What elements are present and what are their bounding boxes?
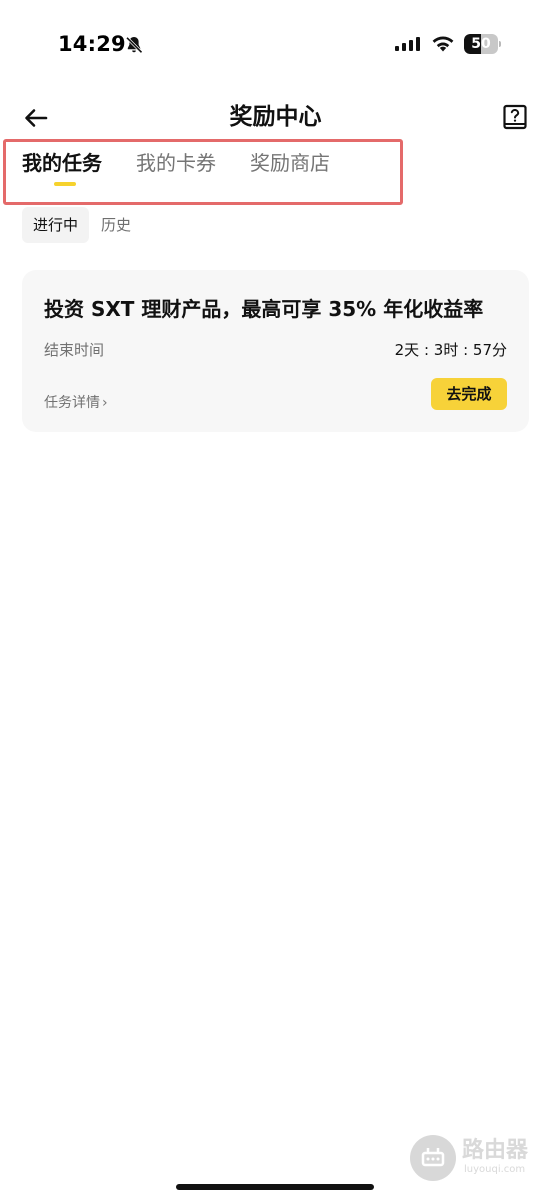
tab-reward-store[interactable]: 奖励商店 <box>250 146 330 186</box>
task-details-link[interactable]: 任务详情 › <box>44 392 108 414</box>
status-time: 14:29 <box>58 32 126 56</box>
subtab-in-progress[interactable]: 进行中 <box>22 207 90 243</box>
task-card: 投资 SXT 理财产品，最高可享 35% 年化收益率 结束时间 2天 : 3时 … <box>22 270 529 432</box>
battery-level: 50 <box>471 36 491 52</box>
main-tabs: 我的任务 我的卡券 奖励商店 <box>22 146 330 186</box>
tab-label: 我的卡券 <box>136 151 216 175</box>
go-complete-button[interactable]: 去完成 <box>431 378 507 410</box>
tab-label: 奖励商店 <box>250 151 330 175</box>
end-time-label: 结束时间 <box>44 341 105 359</box>
task-title: 投资 SXT 理财产品，最高可享 35% 年化收益率 <box>44 297 484 321</box>
watermark-subtitle: luyouqi.com <box>464 1164 526 1175</box>
wifi-icon <box>432 36 454 52</box>
tab-my-tasks[interactable]: 我的任务 <box>22 146 102 186</box>
signal-icon <box>395 37 420 51</box>
subtabs: 进行中 历史 <box>22 207 131 243</box>
page-title: 奖励中心 <box>229 104 322 130</box>
countdown: 2天 : 3时 : 57分 <box>394 341 507 359</box>
tab-my-coupons[interactable]: 我的卡券 <box>136 146 216 186</box>
help-book-icon[interactable] <box>502 104 528 132</box>
watermark: 路由器 luyouqi.com <box>410 1135 540 1185</box>
chevron-right-icon: › <box>102 395 108 411</box>
active-tab-indicator <box>54 182 76 186</box>
battery-icon: 50 <box>464 34 502 54</box>
subtab-history[interactable]: 历史 <box>101 207 131 243</box>
home-indicator[interactable] <box>176 1184 374 1190</box>
watermark-title: 路由器 <box>462 1138 529 1163</box>
tab-label: 我的任务 <box>22 151 102 175</box>
bell-mute-icon <box>125 36 143 54</box>
watermark-logo-icon <box>410 1135 456 1181</box>
task-details-label: 任务详情 <box>44 395 100 411</box>
